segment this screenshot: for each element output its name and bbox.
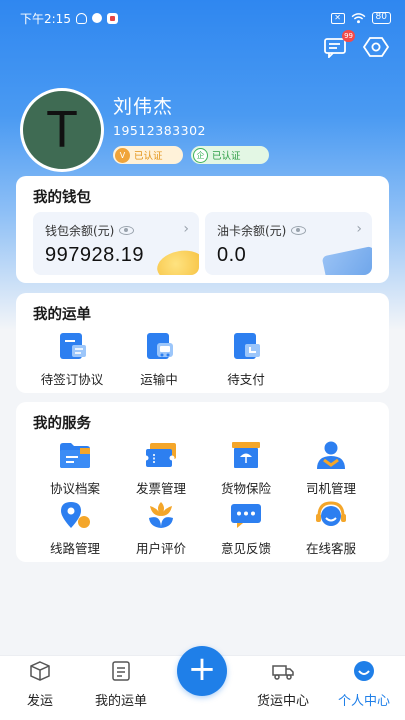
service-label: 司机管理 [305,481,356,496]
flower-review-icon [149,502,173,528]
app-notification-icon-2 [106,12,118,24]
mute-icon [75,12,87,24]
services-card: 我的服务 协议档案 发票管理 货物保险 司机管理 线路管理 用户评价 意见反馈 … [16,402,389,562]
wallet-balance-box[interactable]: 钱包余额(元) › 997928.19 [33,212,199,275]
order-item-label: 待签订协议 [40,372,104,387]
wallet-balance-value: 997928.19 [45,244,145,266]
nav-label: 个人中心 [337,694,390,709]
avatar[interactable]: T [20,88,104,172]
order-pending-payment[interactable]: 待支付 [206,331,286,388]
nav-label: 货运中心 [256,694,309,709]
enterprise-cert-badge[interactable]: 企 已认证 [191,146,269,164]
verified-v-icon: V [115,147,130,163]
battery-indicator: 80 [371,12,391,24]
avatar-letter: T [46,101,78,159]
chevron-right-icon: › [356,221,362,237]
eye-icon[interactable] [291,226,307,235]
order-item-label: 待支付 [227,372,265,387]
fuel-balance-label: 油卡余额(元) [217,224,287,238]
messages-button[interactable]: 99 [323,30,355,60]
status-time: 下午2:15 [20,11,71,26]
service-label: 发票管理 [135,481,186,496]
certification-badges: V 已认证 企 已认证 [113,146,269,164]
app-notification-icon [91,13,102,23]
sim-off-icon: ✕ [330,12,345,24]
box-icon [30,661,50,681]
services-title: 我的服务 [33,416,91,432]
order-in-transit[interactable]: 运输中 [119,331,199,388]
service-cargo-insurance[interactable]: 货物保险 [206,440,286,497]
eye-icon[interactable] [119,226,135,235]
feedback-chat-icon [231,504,261,528]
coin-decoration-icon [154,247,199,275]
cert-label: 已认证 [212,151,241,162]
payment-pending-icon [234,333,260,359]
wallet-balance-label: 钱包余额(元) [45,224,115,238]
driver-icon [317,441,345,469]
order-pending-contract[interactable]: 待签订协议 [32,331,112,388]
chevron-right-icon: › [183,221,189,237]
nav-label: 发运 [26,694,53,709]
nav-personal-center[interactable]: 个人中心 [324,660,404,709]
folder-icon [60,443,90,468]
contract-doc-icon [60,333,86,359]
add-shipment-button[interactable]: + [177,646,227,696]
message-badge: 99 [342,30,355,42]
enterprise-icon: 企 [193,147,208,163]
service-label: 协议档案 [49,481,100,496]
truck-transit-icon [147,333,173,359]
list-doc-icon [112,661,130,681]
nav-label: 我的运单 [94,694,147,709]
service-route-management[interactable]: 线路管理 [35,500,115,557]
nav-freight-center[interactable]: 货运中心 [243,660,323,709]
order-item-label: 运输中 [140,372,178,387]
wallet-title: 我的钱包 [33,190,91,206]
service-feedback[interactable]: 意见反馈 [206,500,286,557]
service-label: 在线客服 [305,541,356,556]
personal-cert-badge[interactable]: V 已认证 [113,146,183,164]
invoice-icon [143,443,176,467]
orders-title: 我的运单 [33,307,91,323]
fuel-balance-value: 0.0 [217,244,247,266]
smile-user-icon [354,661,374,681]
service-agreement-archive[interactable]: 协议档案 [35,440,115,497]
nav-my-orders[interactable]: 我的运单 [81,660,161,709]
route-pin-icon [61,502,90,528]
truck-icon [272,665,294,680]
fuel-card-balance-box[interactable]: 油卡余额(元) › 0.0 [205,212,372,275]
service-invoice-management[interactable]: 发票管理 [121,440,201,497]
service-label: 货物保险 [220,481,271,496]
fuel-card-decoration-icon [321,245,372,275]
settings-button[interactable] [362,36,390,58]
service-driver-management[interactable]: 司机管理 [291,440,371,497]
insurance-umbrella-icon [232,442,260,468]
wallet-card: 我的钱包 钱包余额(元) › 997928.19 油卡余额(元) › 0.0 [16,176,389,283]
service-label: 用户评价 [135,541,186,556]
orders-card: 我的运单 待签订协议 运输中 待支付 [16,293,389,393]
service-online-support[interactable]: 在线客服 [291,500,371,557]
user-name: 刘伟杰 [113,96,174,118]
gear-icon [362,37,390,57]
wifi-icon [351,12,365,23]
headset-icon [316,501,346,526]
service-user-review[interactable]: 用户评价 [121,500,201,557]
header-actions: 99 [323,30,390,60]
service-label: 线路管理 [49,541,100,556]
user-phone: 19512383302 [113,123,206,138]
cert-label: 已认证 [134,151,163,162]
nav-ship[interactable]: 发运 [0,660,80,709]
service-label: 意见反馈 [220,541,271,556]
